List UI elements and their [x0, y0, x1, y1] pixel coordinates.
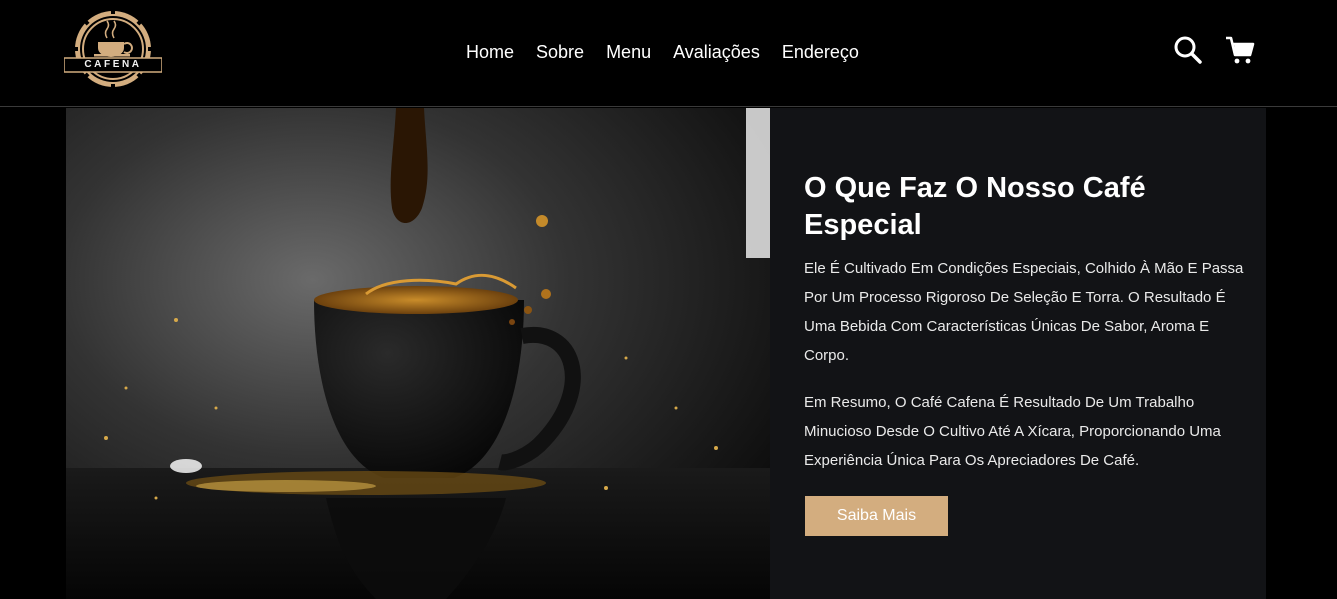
nav-avaliacoes[interactable]: Avaliações: [673, 42, 760, 63]
site-header: CAFENA Home Sobre Menu Avaliações Endere…: [0, 0, 1337, 107]
nav-sobre[interactable]: Sobre: [536, 42, 584, 63]
nav-endereco[interactable]: Endereço: [782, 42, 859, 63]
nav-menu[interactable]: Menu: [606, 42, 651, 63]
logo-text: CAFENA: [84, 59, 142, 70]
cart-icon: [1226, 36, 1255, 64]
about-paragraph-2: Em Resumo, O Café Cafena É Resultado De …: [804, 394, 1221, 469]
about-section: O Que Faz O Nosso Café Especial Ele É Cu…: [770, 108, 1266, 599]
main-nav: Home Sobre Menu Avaliações Endereço: [466, 38, 881, 66]
logo[interactable]: CAFENA: [63, 8, 163, 90]
section-title: O Que Faz O Nosso Café Especial: [804, 172, 1146, 241]
nav-home[interactable]: Home: [466, 42, 514, 63]
saiba-mais-button[interactable]: Saiba Mais: [805, 496, 948, 536]
coffee-cup-logo-icon: [63, 8, 163, 90]
search-button[interactable]: [1172, 34, 1204, 66]
search-icon: [1174, 36, 1202, 64]
cart-button[interactable]: [1224, 34, 1256, 66]
about-paragraph-1: Ele É Cultivado Em Condições Especiais, …: [804, 260, 1244, 364]
coffee-cup-image: [66, 108, 770, 599]
coffee-cup-photo: [66, 108, 770, 599]
